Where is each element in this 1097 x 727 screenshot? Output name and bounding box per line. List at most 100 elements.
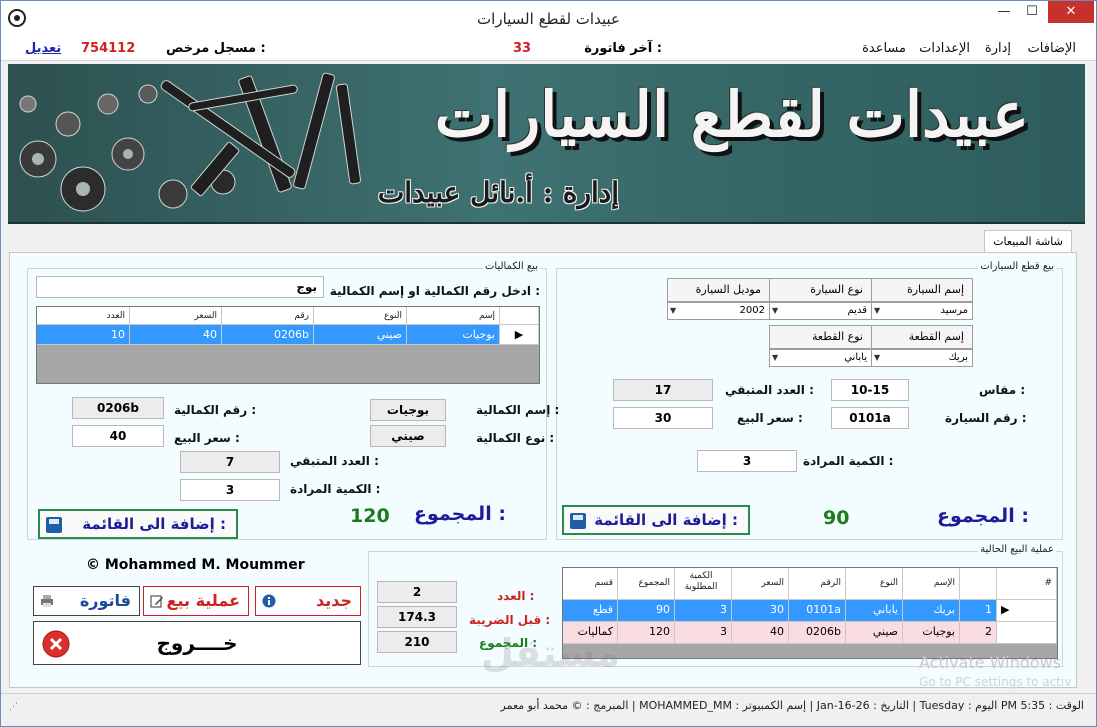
table-cell: 40 [130,325,222,345]
size-label: مقاس : [979,383,1026,397]
menu-settings[interactable]: الإعدادات [919,41,970,56]
menu-addons[interactable]: الإضافات [1028,41,1076,56]
save-icon [46,517,62,533]
table-row[interactable]: بوجيات صيني 0206b 40 10 ▶ [37,325,539,345]
col-header: الكمية المطلوبة [675,568,732,600]
table-cell: 0206b [789,622,846,644]
car-add-to-list-label: إضافة الى القائمة : [594,511,738,529]
accessory-price-input[interactable]: 40 [72,425,164,447]
status-text: الوقت : 5:35 PM اليوم : Tuesday | التاري… [500,699,1084,712]
car-number-input[interactable]: 0101a [831,407,909,429]
car-remaining-value: 17 [613,379,713,401]
sum-value: 210 [377,631,457,653]
header-car-model: موديل السيارة [667,278,770,302]
table-row[interactable]: ▶ 1 بريك ياباني 0101a 30 3 90 قطع [563,600,1057,622]
car-total-value: 90 [823,507,850,529]
sale-operation-button[interactable]: عملية بيع [143,586,249,616]
car-parts-legend: بيع قطع السيارات [978,261,1056,272]
header-car-type: نوع السيارة [769,278,872,302]
resize-grip-icon[interactable]: ⋰ [9,702,18,712]
activate-windows-title: Activate Windows [919,653,1062,672]
col-header [960,568,997,600]
part-name-combo[interactable]: ▼ بريك [871,349,973,367]
accessories-group: بيع الكماليات ادخل رقم الكمالية او إسم ا… [27,261,559,540]
col-header: رقم [222,307,314,325]
accessory-remaining-value: 7 [180,451,280,473]
car-name-combo[interactable]: ▼ مرسيد [871,302,973,320]
current-sale-grid: # الإسم النوع الرقم السعر الكمية المطلوب… [562,567,1058,659]
accessory-qty-input[interactable]: 3 [180,479,280,501]
col-header: السعر [130,307,222,325]
last-invoice-value: 33 [513,41,532,56]
count-label: العدد : [497,589,535,603]
banner-subtitle: إدارة : أ.نائل عبيدات [377,176,619,209]
car-price-input[interactable]: 30 [613,407,713,429]
menu-management[interactable]: إدارة [985,41,1011,56]
col-header: الرقم [789,568,846,600]
table-cell: 90 [618,600,675,622]
accessory-number-value: 0206b [72,397,164,419]
col-header: # [997,568,1057,600]
col-header: النوع [846,568,903,600]
window-title: عبيدات لقطع السيارات [477,10,620,28]
count-value: 2 [377,581,457,603]
part-type-value: ياباني [844,352,867,363]
part-type-combo[interactable]: ▼ ياباني [769,349,872,367]
accessory-add-to-list-label: إضافة الى القائمة : [82,515,226,533]
table-cell: 0206b [222,325,314,345]
accessory-type-label: نوع الكمالية : [476,431,555,445]
accessory-add-to-list-button[interactable]: إضافة الى القائمة : [38,509,238,539]
table-row[interactable]: 2 بوجيات صيني 0206b 40 3 120 كماليات [563,622,1057,644]
accessories-grid-header: إسم النوع رقم السعر العدد [37,307,539,325]
accessory-total-value: 120 [350,505,390,527]
car-name-value: مرسيد [940,305,968,316]
maximize-button[interactable]: ☐ [1018,1,1046,23]
status-bar: الوقت : 5:35 PM اليوم : Tuesday | التاري… [1,693,1096,726]
car-total-label: المجموع : [937,505,1029,527]
invoice-button[interactable]: فاتورة [33,586,140,616]
tab-sales-screen[interactable]: شاشة المبيعات [984,230,1072,252]
close-button[interactable]: ✕ [1048,1,1094,23]
minimize-button[interactable]: — [990,1,1018,23]
table-cell: 30 [732,600,789,622]
accessory-search-input[interactable]: بوج [36,276,324,298]
car-type-value: قديم [847,305,867,316]
last-invoice-label: آخر فاتورة : [584,41,662,56]
table-cell: 10 [37,325,130,345]
header-banner: عبيدات لقطع السيارات إدارة : أ.نائل عبيد… [8,64,1085,224]
col-header: الإسم [903,568,960,600]
save-icon [570,513,586,529]
accessory-remaining-label: العدد المتبقي : [290,454,379,468]
app-window: عبيدات لقطع السيارات — ☐ ✕ الإضافات إدار… [0,0,1097,727]
sales-screen-panel: بيع قطع السيارات إسم السيارة نوع السيارة… [9,252,1077,688]
exit-button[interactable]: خــــروج [33,621,361,665]
edit-link[interactable]: تعديل [25,41,61,56]
size-input[interactable]: 10-15 [831,379,909,401]
table-cell: 3 [675,600,732,622]
pretax-label: قبل الضريبة : [469,613,551,627]
invoice-label: فاتورة [79,591,131,610]
accessory-qty-label: الكمية المرادة : [290,482,381,496]
table-cell: بوجيات [407,325,500,345]
col-header: قسم [563,568,618,600]
accessory-total-label: المجموع : [414,503,506,525]
table-cell: 3 [675,622,732,644]
car-number-label: رقم السيارة : [945,411,1027,425]
table-cell: 120 [618,622,675,644]
new-button[interactable]: جديد [255,586,361,616]
car-model-value: 2002 [739,305,765,316]
banner-title: عبيدات لقطع السيارات [434,78,1029,151]
accessory-name-value: بوجيات [370,399,446,421]
car-add-to-list-button[interactable]: إضافة الى القائمة : [562,505,750,535]
car-qty-input[interactable]: 3 [697,450,797,472]
car-model-combo[interactable]: ▼ 2002 [667,302,770,320]
close-circle-icon [42,630,70,658]
col-header: العدد [37,307,130,325]
row-header-blank [500,307,539,325]
accessories-legend: بيع الكماليات [482,261,540,272]
menu-help[interactable]: مساعدة [862,41,906,56]
accessory-type-value: صيني [370,425,446,447]
header-car-name: إسم السيارة [871,278,973,302]
table-cell: ياباني [846,600,903,622]
car-type-combo[interactable]: ▼ قديم [769,302,872,320]
